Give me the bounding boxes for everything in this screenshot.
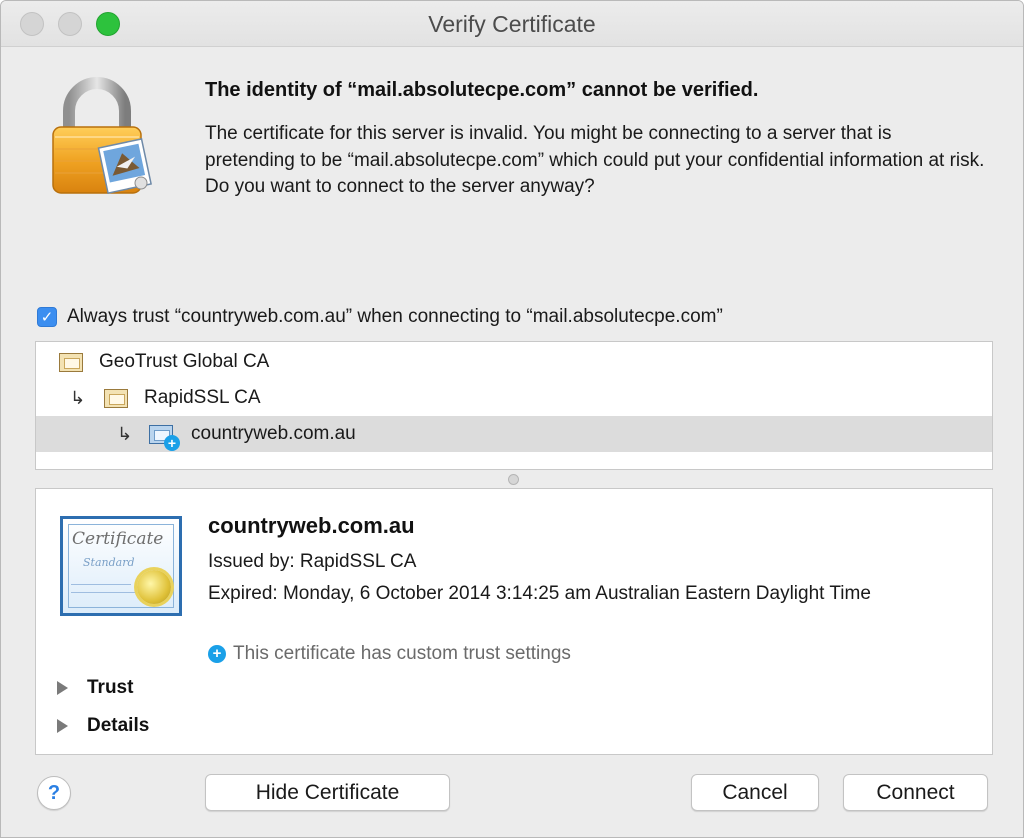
verify-certificate-window: Verify Certificate The identity of “mail… bbox=[0, 0, 1024, 838]
certificate-seal-icon bbox=[137, 570, 171, 604]
intermediate-certificate-icon bbox=[104, 388, 128, 408]
certificate-line bbox=[71, 592, 141, 593]
certificate-issuer: Issued by: RapidSSL CA bbox=[208, 551, 417, 572]
certificate-expiry: Expired: Monday, 6 October 2014 3:14:25 … bbox=[208, 583, 871, 604]
pane-splitter-handle[interactable] bbox=[508, 474, 519, 485]
chain-item-intermediate[interactable]: ↳ RapidSSL CA bbox=[36, 380, 992, 416]
title-bar: Verify Certificate bbox=[1, 1, 1023, 47]
padlock-icon bbox=[52, 77, 152, 194]
custom-trust-notice: + This certificate has custom trust sett… bbox=[208, 643, 571, 665]
plus-badge-icon: + bbox=[164, 434, 180, 451]
chain-item-label: countryweb.com.au bbox=[191, 423, 356, 444]
chain-item-label: GeoTrust Global CA bbox=[99, 351, 270, 372]
custom-trust-label: This certificate has custom trust settin… bbox=[233, 643, 571, 664]
certificate-name: countryweb.com.au bbox=[208, 513, 415, 538]
always-trust-checkbox[interactable]: ✓ bbox=[37, 307, 57, 327]
details-disclosure[interactable]: Details bbox=[57, 715, 149, 737]
certificate-image-title: Certificate bbox=[72, 529, 164, 549]
always-trust-label: Always trust “countryweb.com.au” when co… bbox=[67, 306, 723, 327]
dialog-headline: The identity of “mail.absolutecpe.com” c… bbox=[205, 79, 759, 101]
trust-section-label: Trust bbox=[87, 677, 134, 698]
disclosure-triangle-icon bbox=[57, 719, 68, 733]
chain-item-label: RapidSSL CA bbox=[144, 387, 261, 408]
root-certificate-icon bbox=[59, 352, 83, 372]
hide-certificate-button[interactable]: Hide Certificate bbox=[205, 774, 450, 811]
hierarchy-arrow-icon: ↳ bbox=[70, 387, 86, 408]
connect-button[interactable]: Connect bbox=[843, 774, 988, 811]
plus-circle-icon: + bbox=[208, 645, 226, 663]
certificate-line bbox=[71, 584, 131, 585]
checkmark-icon: ✓ bbox=[40, 308, 54, 326]
trust-disclosure[interactable]: Trust bbox=[57, 677, 133, 699]
certificate-detail-pane: Certificate Standard countryweb.com.au I… bbox=[35, 488, 993, 755]
cancel-button[interactable]: Cancel bbox=[691, 774, 819, 811]
certificate-custom-trust-icon: + bbox=[149, 424, 180, 451]
dialog-message: The certificate for this server is inval… bbox=[205, 123, 985, 197]
window-title: Verify Certificate bbox=[428, 11, 596, 37]
certificate-image-subtitle: Standard bbox=[83, 556, 135, 569]
chain-item-root[interactable]: GeoTrust Global CA bbox=[36, 344, 992, 380]
certificate-large-icon: Certificate Standard bbox=[60, 516, 182, 616]
disclosure-triangle-icon bbox=[57, 681, 68, 695]
chain-item-leaf[interactable]: ↳ + countryweb.com.au bbox=[36, 416, 992, 452]
always-trust-option[interactable]: ✓ Always trust “countryweb.com.au” when … bbox=[37, 304, 723, 330]
help-button[interactable]: ? bbox=[37, 776, 71, 810]
details-section-label: Details bbox=[87, 715, 150, 736]
certificate-chain-list[interactable]: GeoTrust Global CA ↳ RapidSSL CA ↳ + cou… bbox=[35, 341, 993, 470]
hierarchy-arrow-icon: ↳ bbox=[117, 423, 133, 444]
